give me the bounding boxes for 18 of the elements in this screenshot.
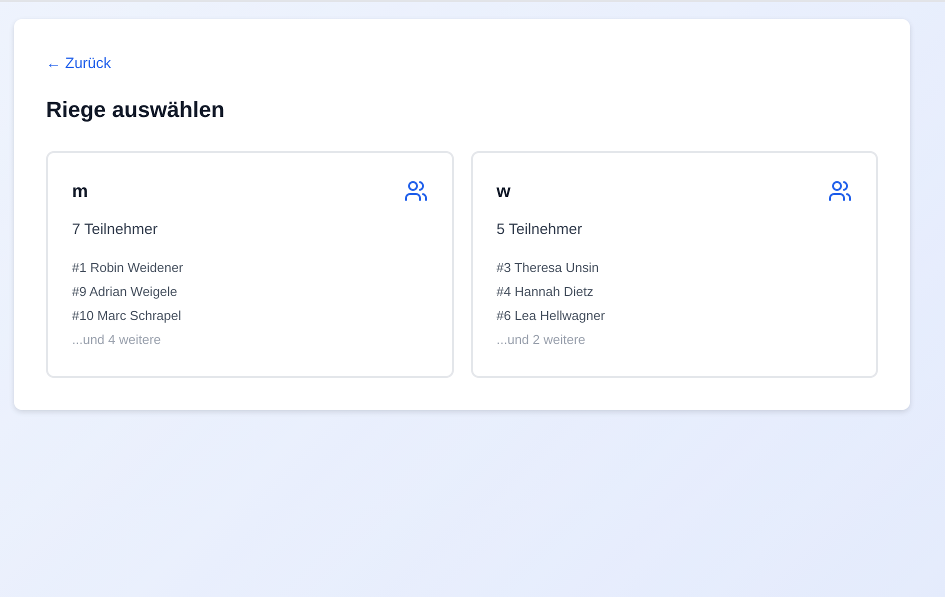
member-name: #1 Robin Weidener: [72, 259, 184, 277]
group-card[interactable]: w 5 Teilnehmer #3 Theresa Unsin #4 Hannah Dietz #6 Lea Hellwagner ...und 2 weitere: [470, 151, 878, 378]
group-name: w: [496, 180, 511, 202]
member-name: #6 Lea Hellwagner: [496, 307, 606, 325]
group-card[interactable]: m 7 Teilnehmer #1 Robin Weidener #9 Adrian Weigele #10 Marc Schrapel ...und 4 weitere: [46, 151, 454, 378]
back-link[interactable]: ← Zurück: [46, 53, 112, 75]
users-icon: [828, 179, 852, 203]
member-name: #3 Theresa Unsin: [496, 259, 600, 277]
page-title: Riege auswählen: [46, 96, 226, 124]
participant-count: 5 Teilnehmer: [496, 221, 584, 238]
member-name: #4 Hannah Dietz: [496, 283, 594, 301]
more-note: ...und 2 weitere: [496, 331, 586, 349]
users-icon: [404, 179, 428, 203]
member-name: #9 Adrian Weigele: [72, 283, 178, 301]
group-name: m: [72, 180, 88, 202]
member-name: #10 Marc Schrapel: [72, 307, 182, 325]
participant-count: 7 Teilnehmer: [72, 221, 159, 238]
more-note: ...und 4 weitere: [72, 331, 162, 349]
